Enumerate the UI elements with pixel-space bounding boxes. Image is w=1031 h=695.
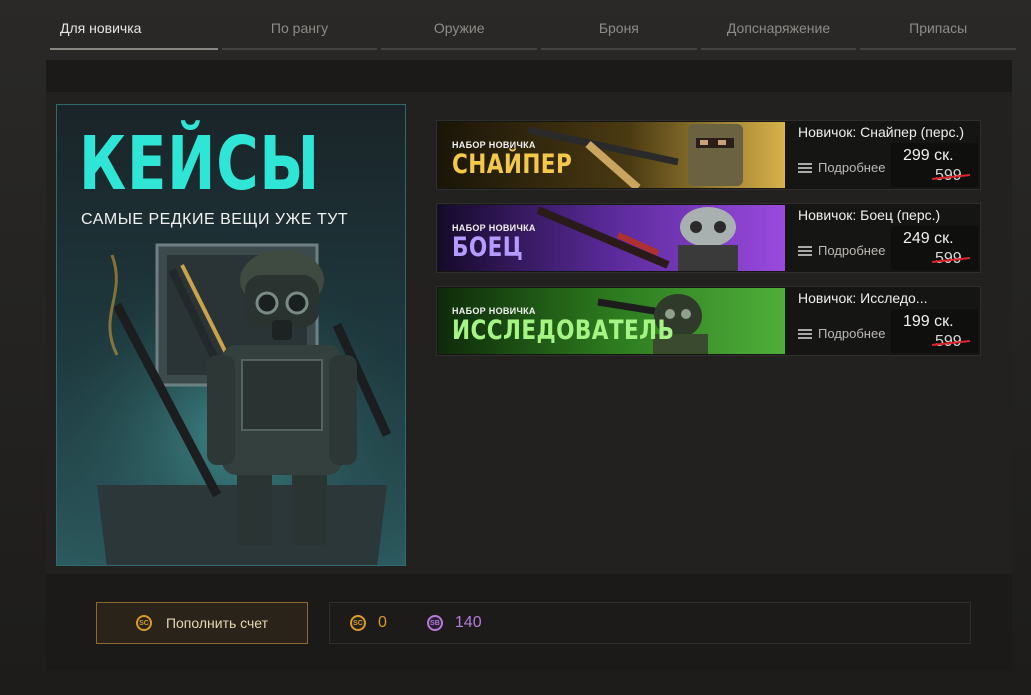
kit-card-explorer[interactable]: НАБОР НОВИЧКА ИССЛЕДОВАТЕЛЬ Новичок: Исс… — [436, 286, 981, 356]
tab-by-rank[interactable]: По рангу — [220, 6, 380, 50]
tab-equipment[interactable]: Допснаряжение — [699, 6, 859, 50]
top-up-label: Пополнить счет — [165, 615, 269, 631]
kit-card-sniper[interactable]: НАБОР НОВИЧКА СНАЙПЕР Новичок: Снайпер (… — [436, 120, 981, 190]
list-icon — [798, 328, 812, 339]
kit-banner-fighter: НАБОР НОВИЧКА БОЕЦ — [438, 205, 785, 271]
tab-armor[interactable]: Броня — [539, 6, 699, 50]
tab-supplies[interactable]: Припасы — [858, 6, 1018, 50]
kit-card-fighter[interactable]: НАБОР НОВИЧКА БОЕЦ Новичок: Боец (перс.)… — [436, 203, 981, 273]
wallet-balance: SC 0 SB 140 — [329, 602, 971, 644]
banner-big-text: СНАЙПЕР — [452, 149, 573, 180]
list-icon — [798, 245, 812, 256]
price-box: 199 ск. 599 — [891, 309, 978, 353]
sc-amount: 0 — [378, 614, 387, 631]
sc-coin-icon: SC — [350, 615, 366, 631]
old-price: 599 — [935, 250, 962, 267]
price-box: 299 ск. 599 — [891, 143, 978, 187]
banner-big-text: ИССЛЕДОВАТЕЛЬ — [452, 315, 675, 346]
banner-big-text: БОЕЦ — [452, 232, 524, 263]
list-icon — [798, 162, 812, 173]
old-price: 599 — [935, 333, 962, 350]
cases-promo-banner[interactable]: КЕЙСЫ САМЫЕ РЕДКИЕ ВЕЩИ УЖЕ ТУТ — [56, 104, 406, 566]
kit-title: Новичок: Исследо... — [798, 290, 928, 306]
starter-kits-list: НАБОР НОВИЧКА СНАЙПЕР Новичок: Снайпер (… — [436, 120, 981, 369]
sb-coin-icon: SB — [426, 615, 443, 631]
tab-beginner[interactable]: Для новичка — [48, 6, 220, 50]
soldier-case-illustration — [57, 235, 405, 565]
price: 249 ск. — [903, 230, 954, 247]
details-link[interactable]: Подробнее — [798, 326, 885, 341]
category-tabs: Для новичка По рангу Оружие Броня Допсна… — [48, 6, 1018, 50]
sb-amount: 140 — [454, 614, 482, 631]
kit-title: Новичок: Боец (перс.) — [798, 207, 941, 223]
sc-coin-icon: SC — [135, 615, 152, 631]
kit-title: Новичок: Снайпер (перс.) — [798, 124, 964, 140]
details-link[interactable]: Подробнее — [798, 243, 885, 258]
promo-title: КЕЙСЫ — [79, 121, 320, 207]
price: 199 ск. — [903, 313, 954, 330]
promo-subtitle: САМЫЕ РЕДКИЕ ВЕЩИ УЖЕ ТУТ — [81, 211, 349, 228]
price-box: 249 ск. 599 — [891, 226, 978, 270]
tab-weapons[interactable]: Оружие — [379, 6, 539, 50]
details-link[interactable]: Подробнее — [798, 160, 885, 175]
kit-banner-explorer: НАБОР НОВИЧКА ИССЛЕДОВАТЕЛЬ — [438, 288, 785, 354]
kit-banner-sniper: НАБОР НОВИЧКА СНАЙПЕР — [438, 122, 785, 188]
old-price: 599 — [935, 167, 962, 184]
top-up-button[interactable]: SC Пополнить счет — [96, 602, 308, 644]
price: 299 ск. — [903, 147, 954, 164]
